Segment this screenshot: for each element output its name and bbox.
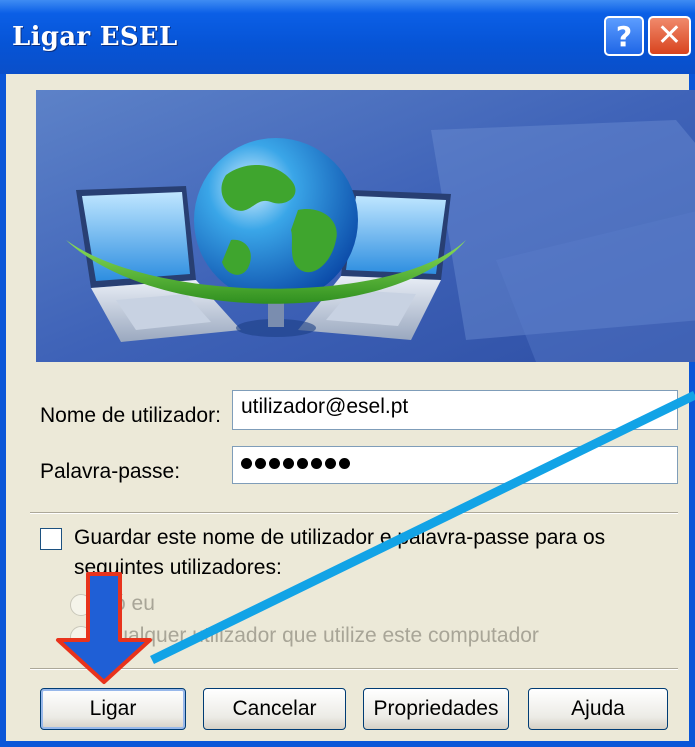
save-credentials-checkbox[interactable]	[40, 528, 62, 550]
save-credentials-label-line2: seguintes utilizadores:	[74, 556, 282, 579]
password-dot	[269, 457, 280, 469]
username-label: Nome de utilizador:	[40, 404, 221, 427]
username-input[interactable]: utilizador@esel.pt	[232, 390, 678, 430]
help-title-button[interactable]: ?	[604, 16, 644, 56]
cancel-button[interactable]: Cancelar	[203, 688, 346, 730]
close-icon: ✕	[656, 18, 683, 53]
radio-any-user[interactable]	[70, 626, 92, 648]
password-dot	[297, 457, 308, 469]
dialog-window: Ligar ESEL ? ✕ Nome de utilizador: utili…	[0, 0, 695, 747]
close-title-button[interactable]: ✕	[648, 16, 691, 56]
password-dot	[339, 457, 350, 469]
password-input[interactable]	[232, 446, 678, 484]
window-title: Ligar ESEL	[12, 22, 178, 52]
password-dot	[255, 457, 266, 469]
password-label: Palavra-passe:	[40, 460, 181, 483]
save-credentials-label-line1: Guardar este nome de utilizador e palavr…	[74, 526, 606, 549]
password-dot	[241, 457, 252, 469]
connection-banner-image	[36, 90, 695, 362]
radio-only-me[interactable]	[70, 594, 92, 616]
connect-button[interactable]: Ligar	[40, 688, 186, 730]
properties-button[interactable]: Propriedades	[363, 688, 509, 730]
separator-bottom	[30, 668, 678, 670]
password-dot	[311, 457, 322, 469]
password-mask	[241, 451, 353, 474]
password-dot	[283, 457, 294, 469]
separator-top	[30, 512, 678, 514]
title-bar[interactable]: Ligar ESEL ? ✕	[0, 0, 695, 74]
question-icon: ?	[615, 19, 633, 53]
password-dot	[325, 457, 336, 469]
radio-only-me-label: Só eu	[100, 592, 155, 615]
radio-any-user-label: Qualquer utilizador que utilize este com…	[100, 624, 539, 647]
help-button[interactable]: Ajuda	[528, 688, 668, 730]
